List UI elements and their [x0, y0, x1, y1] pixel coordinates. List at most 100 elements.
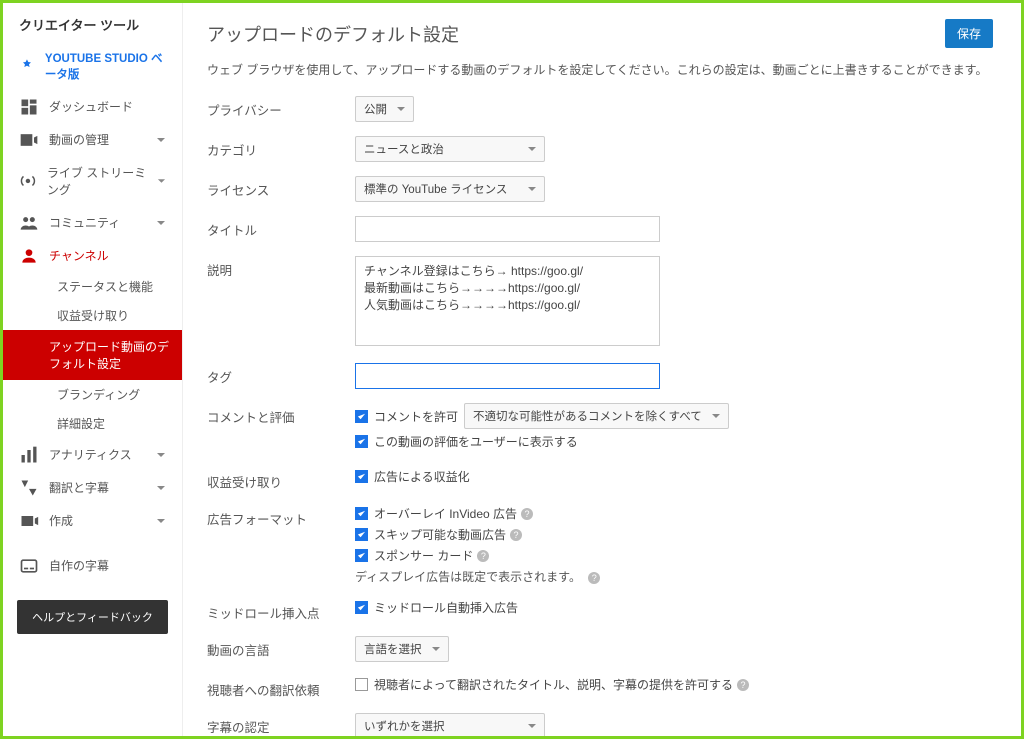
label-category: カテゴリ	[207, 136, 355, 159]
community-icon	[19, 215, 39, 231]
help-icon[interactable]: ?	[510, 529, 522, 541]
channel-icon	[19, 248, 39, 264]
intro-text: ウェブ ブラウザを使用して、アップロードする動画のデフォルトを設定してください。…	[207, 61, 993, 78]
show-ratings-checkbox[interactable]	[355, 435, 368, 448]
sponsor-card-label: スポンサー カード	[374, 547, 473, 564]
sidebar-item-label: ライブ ストリーミング	[47, 164, 157, 198]
caret-icon	[528, 187, 536, 191]
chevron-down-icon	[156, 135, 166, 145]
label-title: タイトル	[207, 216, 355, 239]
label-caption-cert: 字幕の認定	[207, 713, 355, 736]
create-icon	[19, 513, 39, 529]
caption-cert-select[interactable]: いずれかを選択	[355, 713, 545, 736]
select-value: 公開	[364, 101, 387, 117]
show-ratings-label: この動画の評価をユーザーに表示する	[374, 433, 578, 450]
chevron-down-icon	[156, 516, 166, 526]
chevron-down-icon	[156, 483, 166, 493]
privacy-select[interactable]: 公開	[355, 96, 414, 122]
sub-item-upload-defaults[interactable]: アップロード動画のデフォルト設定	[3, 330, 182, 380]
page-title: アップロードのデフォルト設定	[207, 21, 993, 47]
label-monetize: 収益受け取り	[207, 468, 355, 491]
sidebar-item-label: チャンネル	[49, 247, 109, 264]
sidebar-item-label: 動画の管理	[49, 131, 109, 148]
label-midroll: ミッドロール挿入点	[207, 599, 355, 622]
monetize-ads-checkbox[interactable]	[355, 470, 368, 483]
youtube-studio-beta-link[interactable]: YOUTUBE STUDIO ベータ版	[3, 42, 182, 90]
sidebar-item-captions[interactable]: 自作の字幕	[3, 549, 182, 582]
chevron-down-icon	[157, 176, 166, 186]
label-description: 説明	[207, 256, 355, 279]
sidebar-item-analytics[interactable]: アナリティクス	[3, 438, 182, 471]
sidebar-item-label: 翻訳と字幕	[49, 479, 109, 496]
sidebar-item-label: ダッシュボード	[49, 98, 133, 115]
overlay-ad-label: オーバーレイ InVideo 広告	[374, 505, 517, 522]
monetize-ads-label: 広告による収益化	[374, 468, 470, 485]
sub-item-monetize[interactable]: 収益受け取り	[49, 301, 182, 330]
sidebar-item-label: コミュニティ	[49, 214, 120, 231]
label-privacy: プライバシー	[207, 96, 355, 119]
allow-comments-label: コメントを許可	[374, 408, 458, 425]
tags-input[interactable]	[355, 363, 660, 389]
translate-icon	[19, 480, 39, 496]
comment-filter-select[interactable]: 不適切な可能性があるコメントを除くすべて	[464, 403, 729, 429]
translation-checkbox[interactable]	[355, 678, 368, 691]
label-tags: タグ	[207, 363, 355, 386]
sidebar-item-create[interactable]: 作成	[3, 504, 182, 537]
overlay-ad-checkbox[interactable]	[355, 507, 368, 520]
help-feedback-button[interactable]: ヘルプとフィードバック	[17, 600, 168, 634]
sidebar-item-live[interactable]: ライブ ストリーミング	[3, 156, 182, 206]
help-icon[interactable]: ?	[521, 508, 533, 520]
select-value: 言語を選択	[364, 641, 422, 657]
label-license: ライセンス	[207, 176, 355, 199]
sidebar-item-label: アナリティクス	[49, 446, 132, 463]
label-ad-format: 広告フォーマット	[207, 505, 355, 528]
caret-icon	[528, 724, 536, 728]
save-button[interactable]: 保存	[945, 19, 993, 48]
license-select[interactable]: 標準の YouTube ライセンス	[355, 176, 545, 202]
caret-icon	[528, 147, 536, 151]
caret-icon	[397, 107, 405, 111]
select-value: 標準の YouTube ライセンス	[364, 181, 507, 197]
captions-icon	[19, 558, 39, 574]
select-value: 不適切な可能性があるコメントを除くすべて	[473, 408, 702, 424]
midroll-auto-label: ミッドロール自動挿入広告	[374, 599, 518, 616]
title-input[interactable]	[355, 216, 660, 242]
sponsor-card-checkbox[interactable]	[355, 549, 368, 562]
main-content: アップロードのデフォルト設定 保存 ウェブ ブラウザを使用して、アップロードする…	[183, 3, 1021, 736]
label-translation: 視聴者への翻訳依頼	[207, 676, 355, 699]
sub-item-status[interactable]: ステータスと機能	[49, 272, 182, 301]
help-icon[interactable]: ?	[477, 550, 489, 562]
video-manager-icon	[19, 132, 39, 148]
help-icon[interactable]: ?	[737, 679, 749, 691]
select-value: いずれかを選択	[364, 718, 445, 734]
category-select[interactable]: ニュースと政治	[355, 136, 545, 162]
caret-icon	[712, 414, 720, 418]
label-comments: コメントと評価	[207, 403, 355, 426]
channel-sublist: ステータスと機能 収益受け取り アップロード動画のデフォルト設定 ブランディング…	[3, 272, 182, 438]
sidebar-item-label: 作成	[49, 512, 73, 529]
chevron-down-icon	[156, 218, 166, 228]
caret-icon	[432, 647, 440, 651]
midroll-auto-checkbox[interactable]	[355, 601, 368, 614]
studio-icon	[19, 58, 35, 74]
dashboard-icon	[19, 99, 39, 115]
description-textarea[interactable]: チャンネル登録はこちら→ https://goo.gl/ 最新動画はこちら→→→…	[355, 256, 660, 346]
sub-item-branding[interactable]: ブランディング	[49, 380, 182, 409]
language-select[interactable]: 言語を選択	[355, 636, 449, 662]
skippable-ad-checkbox[interactable]	[355, 528, 368, 541]
allow-comments-checkbox[interactable]	[355, 410, 368, 423]
sub-item-advanced[interactable]: 詳細設定	[49, 409, 182, 438]
sidebar-item-dashboard[interactable]: ダッシュボード	[3, 90, 182, 123]
live-icon	[19, 173, 37, 189]
sidebar-item-video-manager[interactable]: 動画の管理	[3, 123, 182, 156]
studio-label: YOUTUBE STUDIO ベータ版	[45, 50, 166, 82]
select-value: ニュースと政治	[364, 141, 444, 157]
sidebar-item-label: 自作の字幕	[49, 557, 109, 574]
help-icon[interactable]: ?	[588, 572, 600, 584]
sidebar: クリエイター ツール YOUTUBE STUDIO ベータ版 ダッシュボード 動…	[3, 3, 183, 736]
sidebar-item-channel[interactable]: チャンネル	[3, 239, 182, 272]
sidebar-item-translate[interactable]: 翻訳と字幕	[3, 471, 182, 504]
sidebar-item-community[interactable]: コミュニティ	[3, 206, 182, 239]
translation-label: 視聴者によって翻訳されたタイトル、説明、字幕の提供を許可する	[374, 676, 733, 693]
chevron-down-icon	[156, 450, 166, 460]
